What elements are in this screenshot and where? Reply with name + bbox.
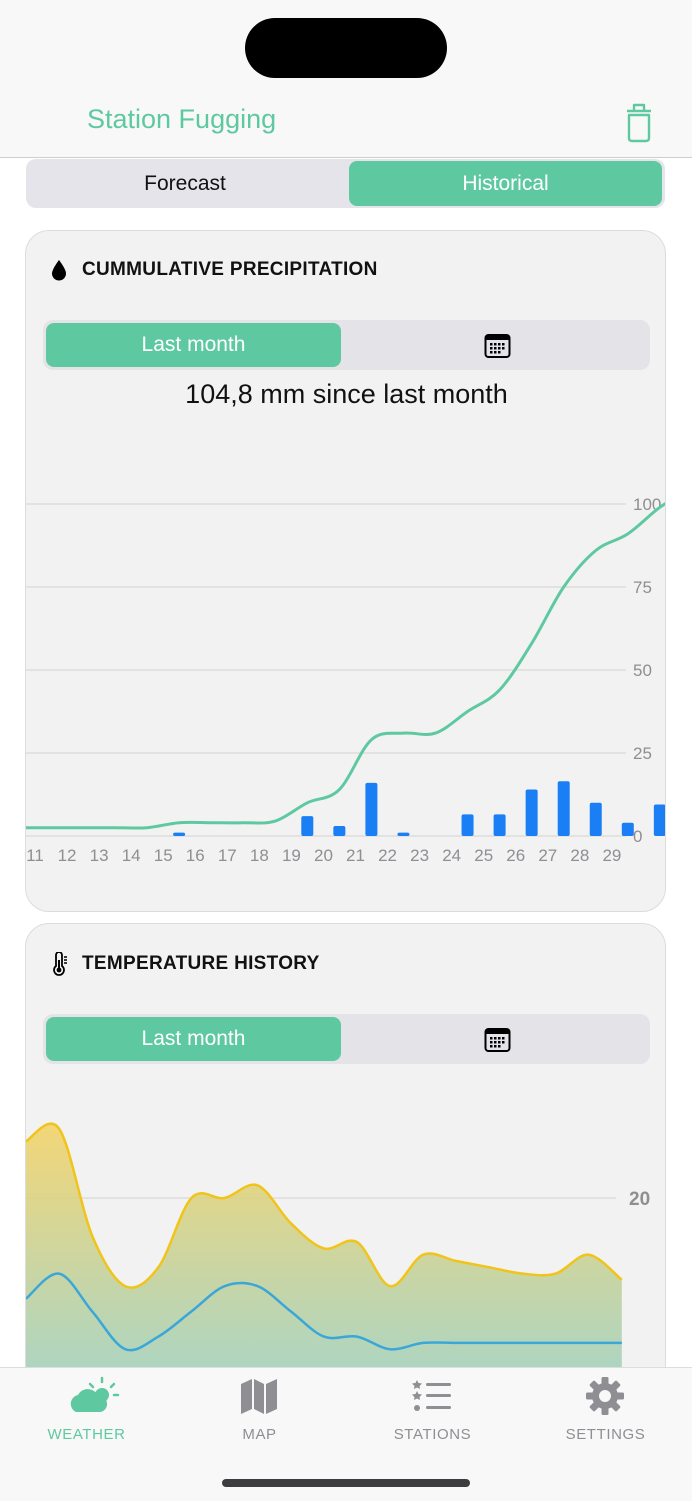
x-tick-label: 28: [570, 846, 589, 865]
precip-bar: [653, 804, 665, 836]
x-tick-label: 19: [282, 846, 301, 865]
x-tick-label: 12: [58, 846, 77, 865]
tab-weather-label: WEATHER: [47, 1426, 126, 1443]
precip-bar: [621, 822, 634, 836]
station-title: Station Fugging: [87, 104, 277, 134]
precip-bar: [525, 789, 538, 836]
precip-bar: [461, 814, 474, 836]
x-tick-label: 22: [378, 846, 397, 865]
droplet-icon: [52, 260, 66, 281]
temperature-range-selector: Last month: [43, 1014, 650, 1064]
last-month-button[interactable]: Last month: [46, 323, 341, 367]
x-tick-label: 11: [26, 846, 44, 865]
precipitation-summary: 104,8 mm since last month: [185, 379, 508, 409]
precip-bar: [173, 832, 186, 836]
x-tick-label: 17: [218, 846, 237, 865]
x-tick-label: 13: [90, 846, 109, 865]
precip-bar: [493, 814, 506, 836]
map-icon: [241, 1379, 277, 1414]
precip-bar: [557, 781, 570, 836]
temperature-card: TEMPERATURE HISTORY Last month 2030: [25, 923, 666, 1367]
y-tick-label: 20: [629, 1189, 650, 1210]
x-tick-label: 15: [154, 846, 173, 865]
precipitation-title: CUMMULATIVE PRECIPITATION: [82, 259, 378, 280]
precip-bar: [397, 832, 410, 836]
temperature-chart: 2030: [26, 1122, 650, 1367]
x-tick-label: 26: [506, 846, 525, 865]
tab-stations-label: STATIONS: [393, 1426, 472, 1443]
last-month-button[interactable]: Last month: [46, 1017, 341, 1061]
settings-icon: [586, 1377, 624, 1415]
x-tick-label: 29: [602, 846, 621, 865]
y-tick-label: 0: [633, 827, 642, 846]
tab-map-label: MAP: [242, 1426, 277, 1443]
x-tick-label: 21: [346, 846, 365, 865]
calendar-icon[interactable]: [484, 332, 511, 359]
calendar-icon[interactable]: [484, 1026, 511, 1053]
temperature-title: TEMPERATURE HISTORY: [82, 953, 320, 974]
tab-weather[interactable]: WEATHER: [0, 1368, 173, 1458]
x-tick-label: 27: [538, 846, 557, 865]
tab-settings[interactable]: SETTINGS: [519, 1368, 692, 1458]
tab-bar: WEATHER MAP STATIONS SETTINGS: [0, 1367, 692, 1501]
x-tick-label: 16: [186, 846, 205, 865]
trash-icon[interactable]: [621, 101, 657, 143]
tab-forecast[interactable]: Forecast: [28, 161, 342, 206]
thermometer-icon: [53, 952, 67, 976]
tab-stations[interactable]: STATIONS: [346, 1368, 519, 1458]
y-tick-label: 75: [633, 578, 652, 597]
x-tick-label: 24: [442, 846, 461, 865]
weather-icon: [70, 1376, 120, 1412]
precipitation-chart: 025507510011 12 13 14 15 16 17 18 19 20 21 22 23 24 25…: [26, 495, 665, 865]
tab-map[interactable]: MAP: [173, 1368, 346, 1458]
max-temperature-area: [26, 1123, 622, 1367]
precip-bar: [333, 826, 346, 836]
precip-bar: [365, 782, 378, 836]
navigation-bar: Station Fugging: [0, 0, 692, 158]
stations-icon: [412, 1380, 451, 1411]
precip-bar: [589, 802, 602, 836]
scroll-content[interactable]: CUMMULATIVE PRECIPITATION Last month 104…: [0, 209, 692, 1367]
precip-bar: [301, 816, 314, 836]
precipitation-card: CUMMULATIVE PRECIPITATION Last month 104…: [25, 230, 666, 912]
y-tick-label: 25: [633, 744, 652, 763]
dynamic-island: [245, 18, 447, 78]
x-tick-label: 25: [474, 846, 493, 865]
cumulative-line: [26, 501, 665, 830]
home-indicator: [222, 1479, 470, 1487]
x-tick-label: 18: [250, 846, 269, 865]
tab-settings-label: SETTINGS: [565, 1426, 646, 1443]
x-tick-label: 23: [410, 846, 429, 865]
tab-historical[interactable]: Historical: [349, 161, 662, 206]
x-tick-label: 14: [122, 846, 141, 865]
precipitation-range-selector: Last month: [43, 320, 650, 370]
x-tick-label: 20: [314, 846, 333, 865]
forecast-historical-segment: Forecast Historical: [26, 159, 665, 208]
y-tick-label: 50: [633, 661, 652, 680]
